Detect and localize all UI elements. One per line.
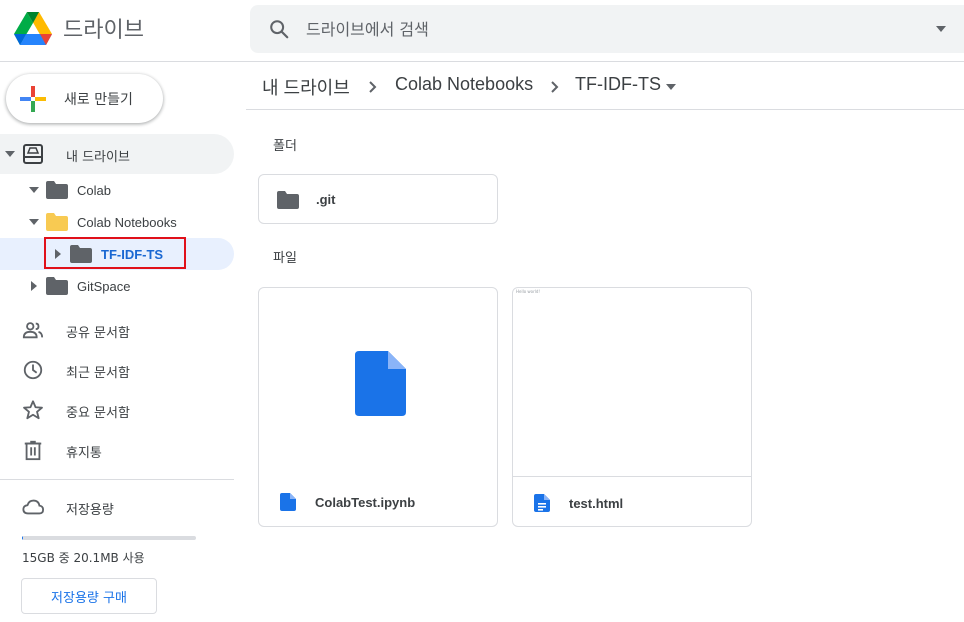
my-drive-icon	[23, 144, 43, 164]
search-options-dropdown-icon[interactable]	[934, 23, 948, 35]
sidebar-item-my-drive[interactable]: 내 드라이브	[0, 134, 234, 174]
sidebar-item-label: 중요 문서함	[66, 406, 130, 421]
dropdown-arrow-icon[interactable]	[665, 83, 677, 91]
file-preview: Hello world!	[513, 288, 751, 476]
storage-progress-bar	[22, 536, 196, 540]
sidebar-divider	[0, 479, 234, 480]
sidebar-item-label: 공유 문서함	[66, 326, 130, 341]
file-name: test.html	[569, 496, 624, 511]
folders-section-label: 폴더	[273, 139, 297, 154]
tree-item-colab[interactable]: Colab	[0, 174, 234, 206]
preview-text: Hello world!	[516, 289, 541, 294]
new-button[interactable]: 새로 만들기	[6, 74, 163, 123]
folder-icon	[46, 213, 68, 231]
caret-down-icon[interactable]	[29, 217, 39, 227]
doc-lines-icon	[534, 494, 550, 512]
sidebar-item-label: 내 드라이브	[66, 150, 130, 165]
sidebar-item-label: 저장용량	[66, 503, 114, 518]
tree-item-label: Colab Notebooks	[77, 215, 177, 230]
sidebar-item-label: 휴지통	[66, 446, 102, 461]
tree-item-gitspace[interactable]: GitSpace	[0, 270, 234, 302]
breadcrumb-item-colab-notebooks[interactable]: Colab Notebooks	[395, 74, 533, 95]
file-card[interactable]: Hello world! test.html	[512, 287, 752, 527]
folder-name: .git	[316, 192, 336, 207]
caret-right-icon[interactable]	[29, 281, 39, 291]
large-file-icon	[355, 351, 406, 416]
new-button-label: 새로 만들기	[64, 92, 133, 108]
search-bar[interactable]	[250, 5, 964, 53]
file-name: ColabTest.ipynb	[315, 495, 416, 510]
top-bar: 드라이브	[0, 0, 964, 62]
sidebar-item-label: 최근 문서함	[66, 366, 130, 381]
folder-icon	[277, 191, 299, 209]
sidebar-item-starred[interactable]: 중요 문서함	[0, 390, 234, 430]
chevron-right-icon	[551, 81, 559, 93]
drive-logo-icon[interactable]	[14, 11, 52, 47]
tree-item-colab-notebooks[interactable]: Colab Notebooks	[0, 206, 234, 238]
storage-usage-text: 15GB 중 20.1MB 사용	[22, 551, 145, 565]
doc-icon	[280, 493, 296, 511]
search-input[interactable]	[306, 17, 906, 41]
annotation-highlight-box	[44, 237, 186, 269]
sidebar-item-storage[interactable]: 저장용량	[0, 487, 234, 527]
clock-icon	[23, 360, 43, 380]
file-card-footer: ColabTest.ipynb	[259, 476, 497, 526]
chevron-right-icon	[369, 81, 377, 93]
breadcrumb-item-current[interactable]: TF-IDF-TS	[575, 74, 661, 95]
caret-down-icon[interactable]	[29, 185, 39, 195]
files-section-label: 파일	[273, 251, 297, 266]
trash-icon	[24, 440, 42, 461]
tree-item-label: Colab	[77, 183, 111, 198]
star-icon	[23, 400, 43, 420]
buy-storage-button[interactable]: 저장용량 구매	[21, 578, 157, 614]
cloud-icon	[22, 499, 44, 515]
main-divider	[246, 109, 964, 110]
search-icon[interactable]	[268, 18, 290, 40]
breadcrumb-item-my-drive[interactable]: 내 드라이브	[262, 74, 350, 100]
file-card[interactable]: ColabTest.ipynb	[258, 287, 498, 527]
folder-icon	[46, 181, 68, 199]
tree-item-label: GitSpace	[77, 279, 131, 294]
file-preview	[259, 288, 497, 476]
sidebar-item-recent[interactable]: 최근 문서함	[0, 350, 234, 390]
sidebar-item-shared[interactable]: 공유 문서함	[0, 310, 234, 350]
plus-icon	[20, 86, 46, 112]
app-title: 드라이브	[63, 17, 144, 42]
caret-down-icon[interactable]	[5, 149, 15, 159]
folder-icon	[46, 277, 68, 295]
file-card-footer: test.html	[513, 476, 751, 526]
folder-card[interactable]: .git	[258, 174, 498, 224]
people-icon	[22, 322, 44, 339]
sidebar-item-trash[interactable]: 휴지통	[0, 430, 234, 470]
